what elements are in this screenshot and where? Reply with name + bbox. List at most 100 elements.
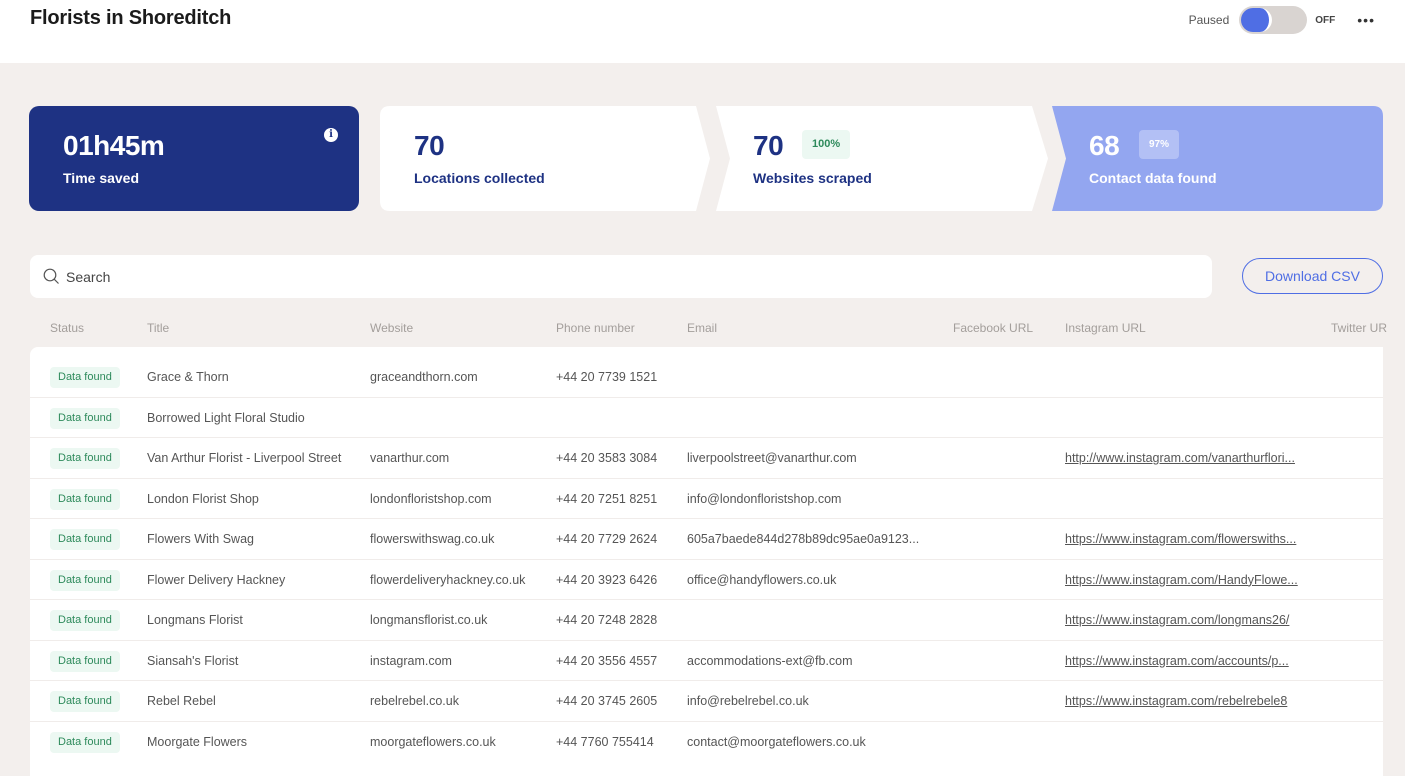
twitter-cell <box>1330 560 1383 600</box>
status-badge: Data found <box>50 448 120 469</box>
website-cell: flowerdeliveryhackney.co.uk <box>370 572 526 587</box>
website-cell: londonfloristshop.com <box>370 491 492 506</box>
instagram-link <box>1065 398 1302 438</box>
instagram-link[interactable]: https://www.instagram.com/longmans26/ <box>1065 600 1302 640</box>
more-horizontal-icon[interactable]: ••• <box>1357 13 1375 27</box>
websites-label: Websites scraped <box>753 170 872 186</box>
column-header-instagram[interactable]: Instagram URL <box>1065 321 1146 335</box>
title-cell: Longmans Florist <box>147 613 243 627</box>
facebook-cell <box>953 560 1058 600</box>
phone-cell: +44 20 3745 2605 <box>556 694 658 708</box>
email-cell: office@handyflowers.co.uk <box>687 572 837 587</box>
twitter-cell <box>1330 398 1383 438</box>
facebook-cell <box>953 357 1058 397</box>
facebook-cell <box>953 398 1058 438</box>
table-row[interactable]: Data found Moorgate Flowers moorgateflower… <box>30 722 1383 763</box>
stat-card-contact: 68 97% Contact data found <box>1052 106 1383 211</box>
toggle-state-label: OFF <box>1315 14 1336 26</box>
status-badge: Data found <box>50 407 120 429</box>
status-badge: Data found <box>50 367 120 388</box>
status-badge: Data found <box>50 529 120 550</box>
website-cell <box>370 398 548 438</box>
twitter-cell <box>1330 681 1383 721</box>
column-header-email[interactable]: Email <box>687 321 717 335</box>
website-cell: graceandthorn.com <box>370 370 478 384</box>
stat-card-time-saved: 01h45m Time saved i <box>29 106 359 211</box>
facebook-cell <box>953 600 1058 640</box>
instagram-link <box>1065 479 1302 519</box>
table-row[interactable]: Data found Grace & Thorn graceandthorn.com… <box>30 357 1383 398</box>
column-header-status[interactable]: Status <box>50 321 84 335</box>
phone-cell: +44 20 3923 6426 <box>556 572 658 587</box>
website-cell: rebelrebel.co.uk <box>370 694 459 708</box>
instagram-link[interactable]: https://www.instagram.com/HandyFlowe... <box>1065 560 1302 600</box>
title-cell: Flower Delivery Hackney <box>147 572 286 587</box>
twitter-cell <box>1330 600 1383 640</box>
twitter-cell <box>1330 479 1383 519</box>
column-header-facebook[interactable]: Facebook URL <box>953 321 1033 335</box>
instagram-link[interactable]: https://www.instagram.com/rebelrebele8 <box>1065 681 1302 721</box>
instagram-link[interactable]: https://www.instagram.com/flowerswiths..… <box>1065 519 1302 559</box>
column-header-title[interactable]: Title <box>147 321 169 335</box>
instagram-link <box>1065 357 1302 397</box>
column-header-twitter[interactable]: Twitter UR <box>1331 321 1405 335</box>
twitter-cell <box>1330 438 1383 478</box>
search-bar <box>30 255 1212 298</box>
table-row[interactable]: Data found Borrowed Light Floral Studio <box>30 398 1383 438</box>
paused-label: Paused <box>1188 13 1230 27</box>
pause-toggle[interactable] <box>1239 6 1308 34</box>
info-icon[interactable]: i <box>324 128 338 142</box>
email-cell: contact@moorgateflowers.co.uk <box>687 734 866 749</box>
title-cell: Grace & Thorn <box>147 370 229 384</box>
page-title: Florists in Shoreditch <box>30 7 232 29</box>
phone-cell: +44 20 3583 3084 <box>556 451 658 465</box>
facebook-cell <box>953 641 1058 681</box>
title-cell: Flowers With Swag <box>147 532 254 546</box>
pause-toggle-group: Paused OFF ••• <box>1189 6 1375 34</box>
phone-cell: +44 20 3556 4557 <box>556 653 658 668</box>
title-cell: Van Arthur Florist - Liverpool Street <box>147 451 342 465</box>
time-saved-label: Time saved <box>63 170 140 186</box>
status-badge: Data found <box>50 569 120 591</box>
results-table: Data found Grace & Thorn graceandthorn.com… <box>30 347 1383 776</box>
column-header-website[interactable]: Website <box>370 321 413 335</box>
table-row[interactable]: Data found Flower Delivery Hackney flowerd… <box>30 560 1383 600</box>
contact-value: 68 <box>1089 130 1120 161</box>
instagram-link[interactable]: https://www.instagram.com/accounts/p... <box>1065 641 1302 681</box>
search-icon <box>43 268 60 290</box>
website-cell: instagram.com <box>370 653 452 668</box>
table-row[interactable]: Data found Van Arthur Florist - Liverpool… <box>30 438 1383 479</box>
phone-cell: +44 20 7251 8251 <box>556 491 658 506</box>
stat-card-websites: 70 100% Websites scraped <box>716 106 1048 211</box>
twitter-cell <box>1330 519 1383 559</box>
table-row[interactable]: Data found Longmans Florist longmansfloris… <box>30 600 1383 641</box>
facebook-cell <box>953 438 1058 478</box>
title-cell: Borrowed Light Floral Studio <box>147 410 305 425</box>
search-input[interactable] <box>66 255 1196 298</box>
table-row[interactable]: Data found Siansah's Florist instagram.com… <box>30 641 1383 681</box>
instagram-link[interactable]: http://www.instagram.com/vanarthurflori.… <box>1065 438 1302 478</box>
column-header-phone[interactable]: Phone number <box>556 321 635 335</box>
website-cell: flowerswithswag.co.uk <box>370 532 495 546</box>
email-cell <box>687 357 922 397</box>
status-badge: Data found <box>50 610 120 631</box>
phone-cell <box>556 398 681 438</box>
contact-label: Contact data found <box>1089 170 1217 186</box>
facebook-cell <box>953 519 1058 559</box>
facebook-cell <box>953 479 1058 519</box>
website-cell: vanarthur.com <box>370 451 450 465</box>
phone-cell: +44 20 7739 1521 <box>556 370 658 384</box>
websites-value: 70 <box>753 130 784 161</box>
email-cell: info@rebelrebel.co.uk <box>687 694 809 708</box>
table-row[interactable]: Data found Rebel Rebel rebelrebel.co.uk +44… <box>30 681 1383 722</box>
title-cell: London Florist Shop <box>147 491 259 506</box>
table-row[interactable]: Data found London Florist Shop londonflori… <box>30 479 1383 519</box>
website-cell: moorgateflowers.co.uk <box>370 734 496 749</box>
twitter-cell <box>1330 357 1383 397</box>
email-cell: liverpoolstreet@vanarthur.com <box>687 451 857 465</box>
download-csv-button[interactable]: Download CSV <box>1242 258 1383 294</box>
email-cell <box>687 398 922 438</box>
locations-value: 70 <box>414 130 445 161</box>
table-row[interactable]: Data found Flowers With Swag flowerswithsw… <box>30 519 1383 560</box>
toggle-knob <box>1241 8 1273 32</box>
